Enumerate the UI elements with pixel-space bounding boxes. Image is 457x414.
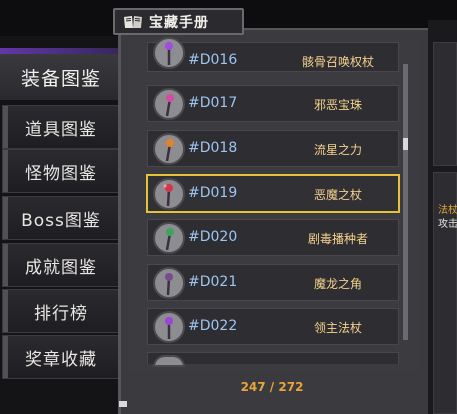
list-item[interactable]: #D017 邪恶宝珠 <box>147 85 399 122</box>
nav-item-medals[interactable]: 奖章收藏 <box>2 335 120 379</box>
nav-item-label: 成就图鉴 <box>25 257 97 278</box>
item-code: #D018 <box>188 140 238 156</box>
item-name: 魔龙之角 <box>313 277 362 291</box>
nav-item-items[interactable]: 道具图鉴 <box>2 105 120 149</box>
nav-item-label: 装备图鉴 <box>20 67 101 90</box>
nav-item-boss[interactable]: Boss图鉴 <box>2 196 120 240</box>
nav-stripe <box>3 290 8 332</box>
pink-orb-staff-icon <box>153 88 185 120</box>
detail-attack: 攻击 <box>438 219 457 230</box>
nav-stripe <box>3 244 8 286</box>
item-code: #D022 <box>188 318 238 334</box>
list-item[interactable]: #D020 剧毒播种者 <box>147 219 399 256</box>
book-icon <box>123 14 143 30</box>
item-name: 骸骨召唤权杖 <box>301 55 374 69</box>
item-code: #D021 <box>188 274 238 290</box>
item-name: 邪恶宝珠 <box>313 98 362 112</box>
list-item[interactable]: #D016 骸骨召唤权杖 <box>147 37 399 72</box>
nav-item-monsters[interactable]: 怪物图鉴 <box>2 149 120 193</box>
nav-item-label: Boss图鉴 <box>21 210 101 231</box>
item-name: 领主法杖 <box>313 321 362 335</box>
page-icon <box>118 394 128 407</box>
nav-item-leaderboard[interactable]: 排行榜 <box>2 289 120 333</box>
nav-item-label: 奖章收藏 <box>25 349 97 370</box>
nav-stripe <box>3 197 8 239</box>
nav-item-label: 怪物图鉴 <box>25 163 97 184</box>
item-name: 恶魔之杖 <box>313 188 362 202</box>
orange-orb-staff-icon <box>153 133 185 165</box>
item-name: 剧毒播种者 <box>307 232 368 246</box>
list-item-partial[interactable] <box>147 352 399 367</box>
detail-type: 法杖 <box>438 205 457 216</box>
red-demon-staff-icon <box>153 178 185 210</box>
list-item[interactable]: #D022 领主法杖 <box>147 308 399 345</box>
nav-stripe <box>3 336 8 378</box>
item-name: 流星之力 <box>313 143 362 157</box>
list-item-selected[interactable]: #D019 恶魔之杖 <box>146 174 400 213</box>
list-item[interactable]: #D018 流星之力 <box>147 130 399 167</box>
purple-lord-staff-icon <box>153 311 185 343</box>
item-code: #D017 <box>188 95 238 111</box>
collection-count: 247 / 272 <box>240 380 304 394</box>
nav-item-label: 排行榜 <box>34 303 88 324</box>
scrollbar-thumb[interactable] <box>403 138 408 150</box>
list-item[interactable]: #D021 魔龙之角 <box>147 264 399 301</box>
item-code: #D016 <box>188 52 238 68</box>
title-tab: 宝藏手册 <box>113 8 244 35</box>
item-code: #D019 <box>188 185 238 201</box>
staff-icon <box>153 355 185 367</box>
scrollbar-track[interactable] <box>403 64 408 340</box>
page-title: 宝藏手册 <box>149 14 209 31</box>
item-code: #D020 <box>188 229 238 245</box>
detail-preview-box <box>433 42 457 166</box>
nav-stripe <box>3 106 8 148</box>
nav-item-achievements[interactable]: 成就图鉴 <box>2 243 120 287</box>
green-poison-staff-icon <box>153 222 185 254</box>
nav-item-label: 道具图鉴 <box>25 119 97 140</box>
nav-item-equipment[interactable]: 装备图鉴 <box>0 54 122 100</box>
purple-orb-staff-icon <box>153 37 185 69</box>
dark-dragon-staff-icon <box>153 267 185 299</box>
nav-stripe <box>3 150 8 192</box>
